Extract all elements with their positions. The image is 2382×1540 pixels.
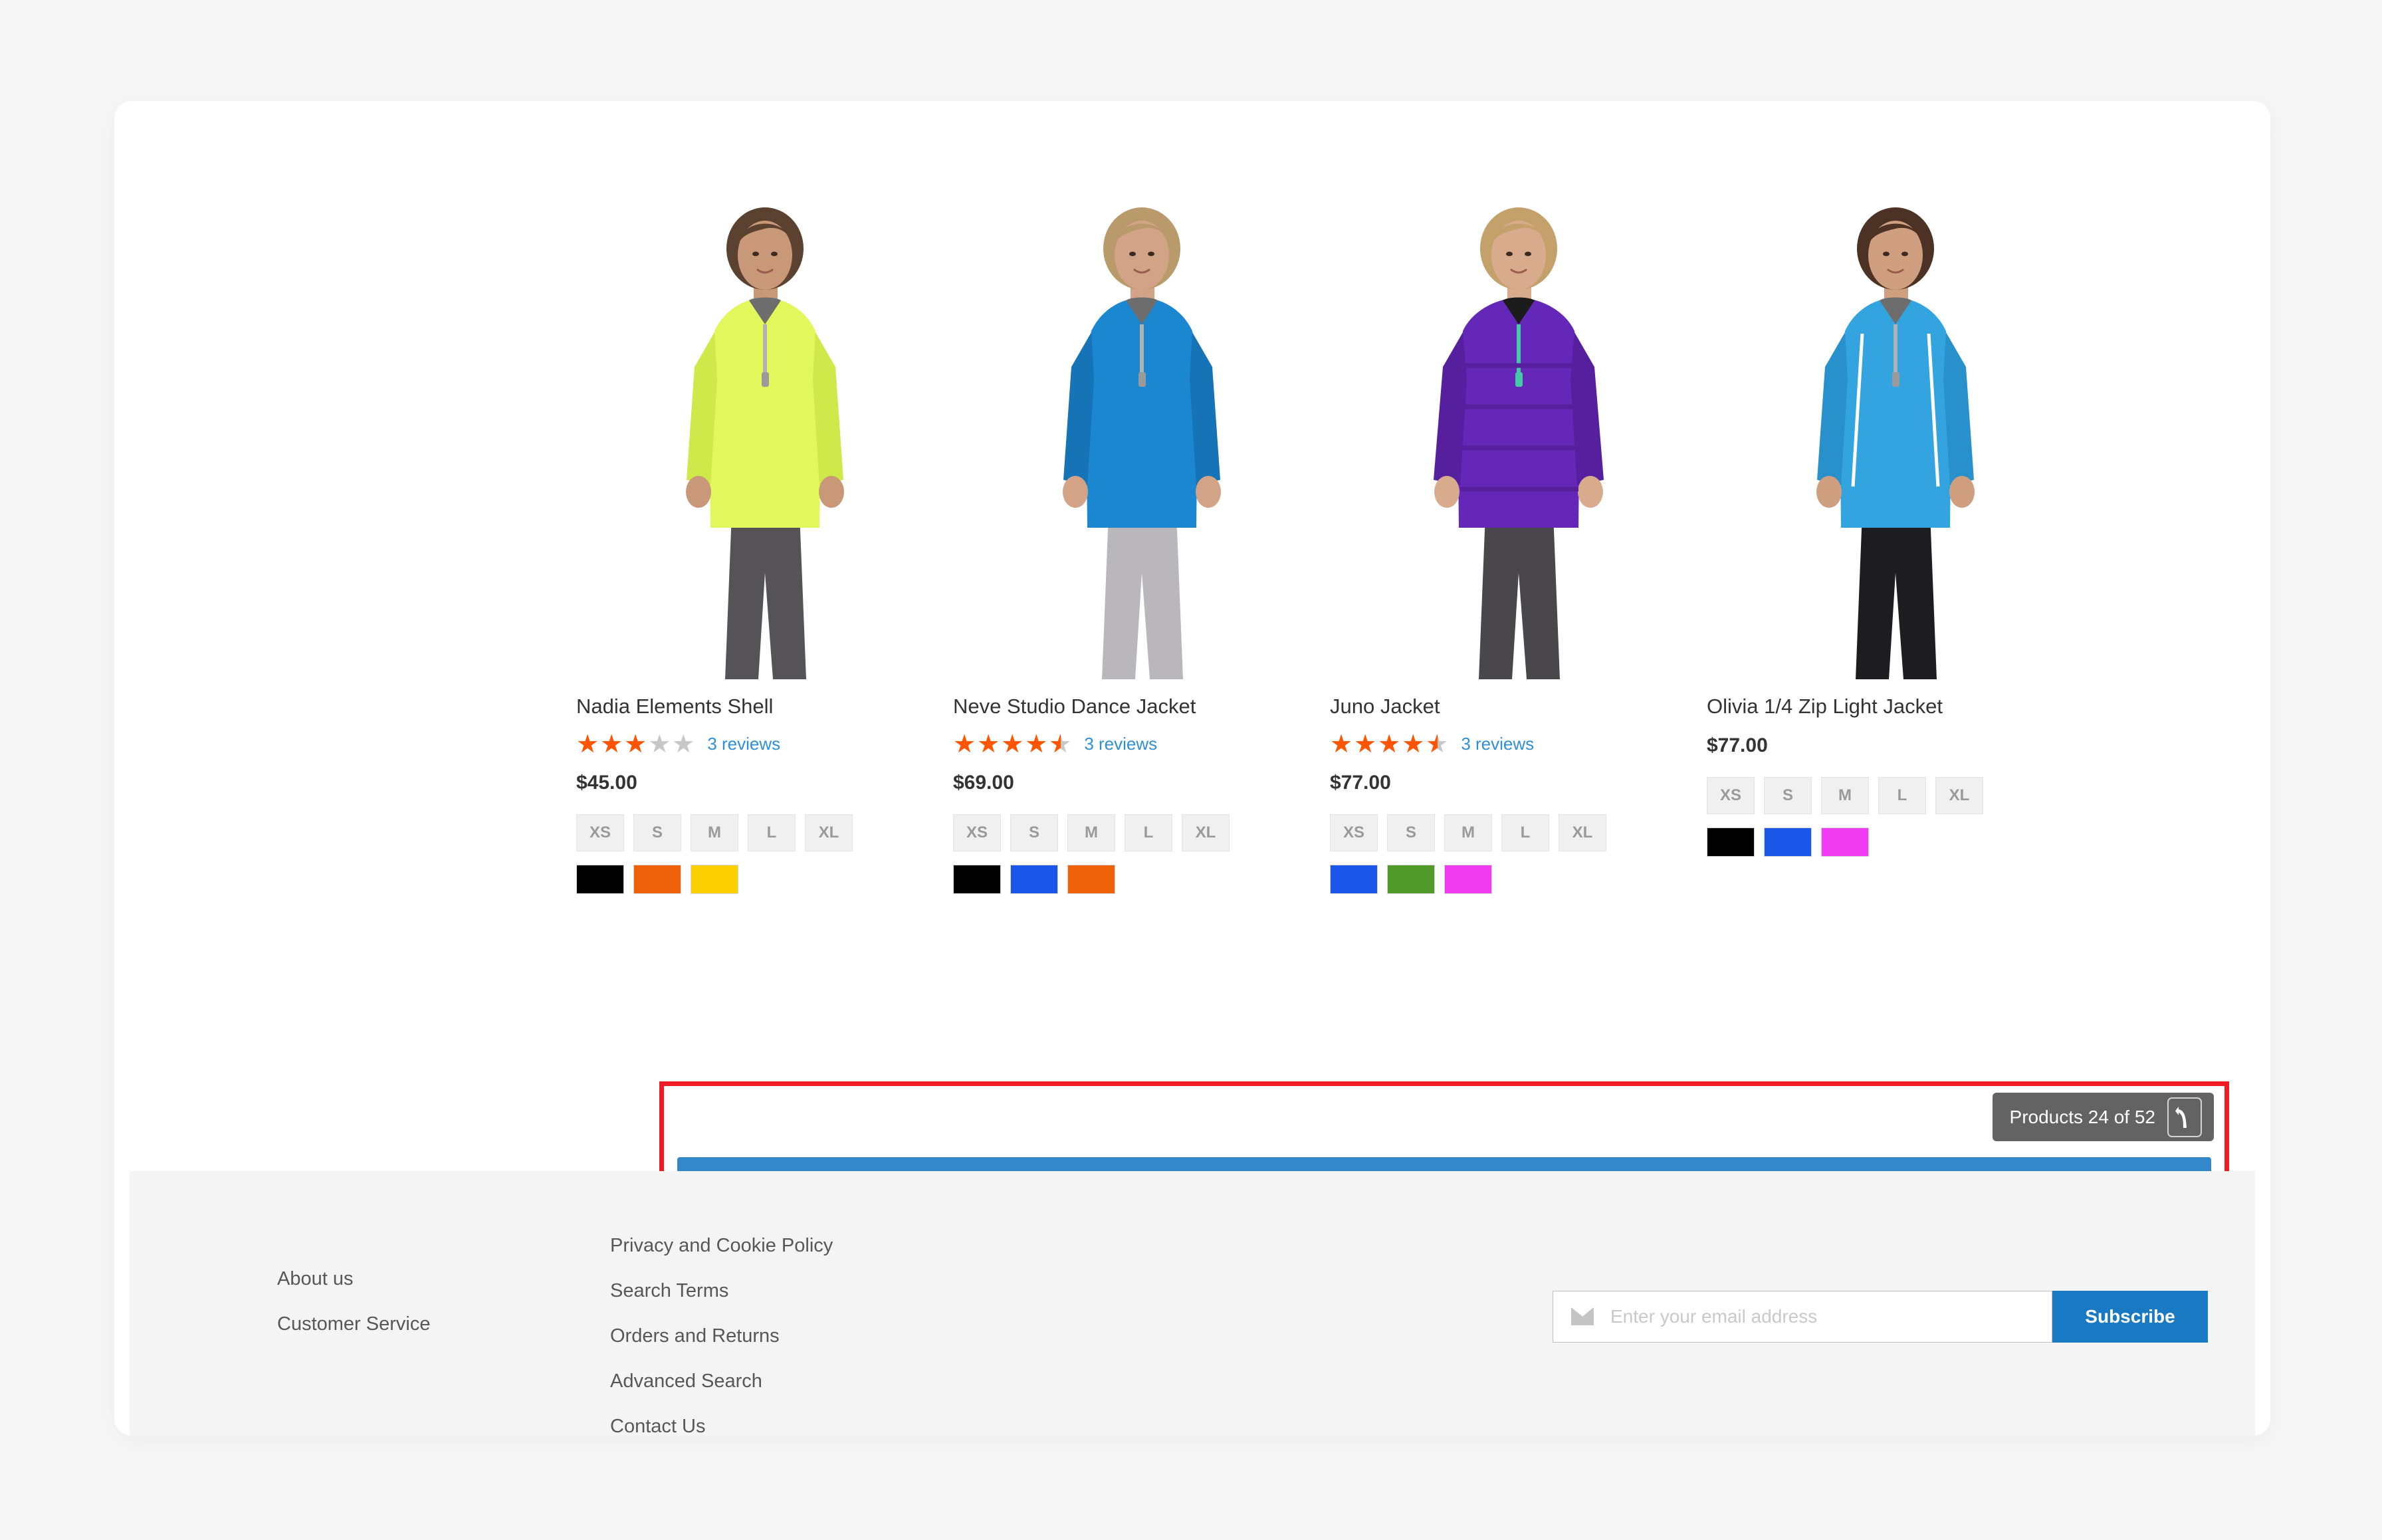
size-swatch-xs[interactable]: XS: [1330, 814, 1378, 851]
color-swatch-3[interactable]: [1821, 827, 1869, 857]
product-image[interactable]: [953, 201, 1330, 679]
size-swatch-xl[interactable]: XL: [1559, 814, 1606, 851]
footer-link-orders-and-returns[interactable]: Orders and Returns: [610, 1325, 833, 1347]
size-swatch-l[interactable]: L: [1125, 814, 1172, 851]
product-reviews-link[interactable]: 3 reviews: [1084, 734, 1157, 754]
product-image[interactable]: [1330, 201, 1707, 679]
color-swatch-row: [576, 864, 953, 894]
size-swatch-s[interactable]: S: [633, 814, 681, 851]
product-image[interactable]: [1707, 201, 2084, 679]
size-swatch-row: XS S M L XL: [576, 814, 953, 851]
product-card[interactable]: Olivia 1/4 Zip Light Jacket $77.00 XS S M L…: [1707, 201, 2084, 894]
size-swatch-xs[interactable]: XS: [953, 814, 1001, 851]
size-swatch-xl[interactable]: XL: [805, 814, 853, 851]
newsletter-input-wrapper: [1553, 1291, 2052, 1343]
page-footer: About us Customer Service Privacy and Co…: [130, 1171, 2255, 1436]
product-rating[interactable]: ★★★★★ ★★★★★ 3 reviews: [1330, 732, 1707, 757]
size-swatch-l[interactable]: L: [1501, 814, 1549, 851]
color-swatch-3[interactable]: [1444, 864, 1492, 894]
size-swatch-xl[interactable]: XL: [1182, 814, 1230, 851]
size-swatch-l[interactable]: L: [1878, 776, 1926, 814]
product-name[interactable]: Olivia 1/4 Zip Light Jacket: [1707, 694, 2084, 720]
product-reviews-link[interactable]: 3 reviews: [707, 734, 780, 754]
color-swatch-3[interactable]: [1067, 864, 1115, 894]
product-image[interactable]: [576, 201, 953, 679]
browser-page-card: Nadia Elements Shell ★★★★★ ★★★★★ 3 revie…: [114, 101, 2270, 1436]
size-swatch-s[interactable]: S: [1764, 776, 1812, 814]
color-swatch-3[interactable]: [691, 864, 738, 894]
product-model-image: [631, 201, 898, 679]
star-rating-icon: ★★★★★ ★★★★★: [1330, 730, 1450, 758]
color-swatch-2[interactable]: [1387, 864, 1435, 894]
footer-link-search-terms[interactable]: Search Terms: [610, 1280, 833, 1302]
color-swatch-1[interactable]: [1707, 827, 1755, 857]
newsletter-email-input[interactable]: [1609, 1305, 2024, 1328]
curved-up-arrow-icon: [2175, 1106, 2187, 1128]
color-swatch-2[interactable]: [633, 864, 681, 894]
size-swatch-xs[interactable]: XS: [1707, 776, 1755, 814]
product-price: $45.00: [576, 771, 637, 794]
color-swatch-1[interactable]: [953, 864, 1001, 894]
star-rating-icon: ★★★★★ ★★★★★: [953, 730, 1073, 758]
size-swatch-xl[interactable]: XL: [1935, 776, 1983, 814]
size-swatch-m[interactable]: M: [1444, 814, 1492, 851]
size-swatch-m[interactable]: M: [1067, 814, 1115, 851]
size-swatch-m[interactable]: M: [691, 814, 738, 851]
size-swatch-m[interactable]: M: [1821, 776, 1869, 814]
footer-link-about-us[interactable]: About us: [277, 1268, 430, 1290]
footer-link-privacy-and-cookie-policy[interactable]: Privacy and Cookie Policy: [610, 1235, 833, 1257]
product-reviews-link[interactable]: 3 reviews: [1461, 734, 1534, 754]
size-swatch-xs[interactable]: XS: [576, 814, 624, 851]
color-swatch-1[interactable]: [576, 864, 624, 894]
product-price: $77.00: [1707, 734, 1768, 756]
size-swatch-row: XS S M L XL: [953, 814, 1330, 851]
color-swatch-row: [1707, 827, 2084, 857]
product-grid: Nadia Elements Shell ★★★★★ ★★★★★ 3 revie…: [576, 201, 2238, 894]
size-swatch-l[interactable]: L: [748, 814, 796, 851]
footer-info-column: Privacy and Cookie Policy Search Terms O…: [610, 1235, 833, 1436]
product-rating[interactable]: ★★★★★ ★★★★★ 3 reviews: [576, 732, 953, 757]
product-name[interactable]: Neve Studio Dance Jacket: [953, 694, 1330, 720]
footer-link-advanced-search[interactable]: Advanced Search: [610, 1371, 833, 1392]
size-swatch-row: XS S M L XL: [1330, 814, 1707, 851]
product-name[interactable]: Nadia Elements Shell: [576, 694, 953, 720]
products-count-label: Products 24 of 52: [2009, 1106, 2155, 1127]
product-card[interactable]: Nadia Elements Shell ★★★★★ ★★★★★ 3 revie…: [576, 201, 953, 894]
footer-about-column: About us Customer Service: [277, 1268, 430, 1359]
size-swatch-s[interactable]: S: [1387, 814, 1435, 851]
product-price: $77.00: [1330, 771, 1391, 794]
product-name[interactable]: Juno Jacket: [1330, 694, 1707, 720]
color-swatch-1[interactable]: [1330, 864, 1378, 894]
size-swatch-row: XS S M L XL: [1707, 776, 2084, 814]
color-swatch-2[interactable]: [1010, 864, 1058, 894]
products-count-badge: Products 24 of 52: [1992, 1093, 2214, 1141]
envelope-icon: [1570, 1307, 1594, 1325]
product-model-image: [1008, 201, 1275, 679]
product-model-image: [1762, 201, 2028, 679]
color-swatch-row: [1330, 864, 1707, 894]
newsletter-subscribe-button[interactable]: Subscribe: [2052, 1291, 2208, 1343]
color-swatch-row: [953, 864, 1330, 894]
size-swatch-s[interactable]: S: [1010, 814, 1058, 851]
newsletter-signup: Subscribe: [1553, 1291, 2208, 1343]
scroll-to-top-button[interactable]: [2167, 1097, 2202, 1137]
product-card[interactable]: Juno Jacket ★★★★★ ★★★★★ 3 reviews $77.00…: [1330, 201, 1707, 894]
product-model-image: [1385, 201, 1652, 679]
footer-link-contact-us[interactable]: Contact Us: [610, 1416, 833, 1436]
color-swatch-2[interactable]: [1764, 827, 1812, 857]
footer-link-customer-service[interactable]: Customer Service: [277, 1313, 430, 1335]
product-price: $69.00: [953, 771, 1014, 794]
product-rating[interactable]: ★★★★★ ★★★★★ 3 reviews: [953, 732, 1330, 757]
star-rating-icon: ★★★★★ ★★★★★: [576, 730, 697, 758]
product-card[interactable]: Neve Studio Dance Jacket ★★★★★ ★★★★★ 3 r…: [953, 201, 1330, 894]
